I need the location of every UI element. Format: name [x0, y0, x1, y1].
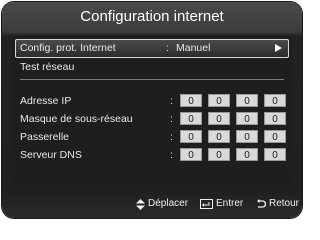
subnet-mask-octet-1[interactable]: 0 [180, 112, 202, 125]
subnet-mask-octet-3[interactable]: 0 [236, 112, 258, 125]
gateway-octet-1[interactable]: 0 [180, 130, 202, 143]
dns-server-octet-3[interactable]: 0 [236, 148, 258, 161]
subnet-mask-octet-2[interactable]: 0 [208, 112, 230, 125]
gateway-label: Passerelle [20, 131, 70, 143]
ip-address-label: Adresse IP [20, 95, 72, 107]
subnet-mask-row[interactable]: Masque de sous-réseau : 0 0 0 0 [20, 111, 286, 127]
config-protocol-value: Manuel [176, 42, 211, 54]
return-hint: Retour [256, 194, 299, 214]
subnet-mask-label: Masque de sous-réseau [20, 113, 133, 125]
enter-icon [200, 199, 213, 209]
ip-address-row[interactable]: Adresse IP : 0 0 0 0 [20, 93, 286, 109]
dns-server-octet-2[interactable]: 0 [208, 148, 230, 161]
gateway-octet-3[interactable]: 0 [236, 130, 258, 143]
gateway-octet-2[interactable]: 0 [208, 130, 230, 143]
ip-address-octet-2[interactable]: 0 [208, 94, 230, 107]
dns-server-label: Serveur DNS [20, 149, 82, 161]
network-test-label: Test réseau [20, 61, 75, 73]
ip-address-octet-1[interactable]: 0 [180, 94, 202, 107]
config-protocol-label: Config. prot. Internet [20, 42, 116, 54]
network-test-row[interactable]: Test réseau [20, 59, 284, 75]
subnet-mask-octet-4[interactable]: 0 [264, 112, 286, 125]
gateway-row[interactable]: Passerelle : 0 0 0 0 [20, 129, 286, 145]
ip-address-octet-4[interactable]: 0 [264, 94, 286, 107]
move-label: Déplacer [148, 198, 189, 209]
colon-separator: : [170, 131, 173, 143]
up-down-arrows-icon [136, 198, 145, 210]
dns-server-row[interactable]: Serveur DNS : 0 0 0 0 [20, 147, 286, 163]
colon-separator: : [170, 95, 173, 107]
ip-address-octet-3[interactable]: 0 [236, 94, 258, 107]
gateway-octet-4[interactable]: 0 [264, 130, 286, 143]
dns-server-octet-1[interactable]: 0 [180, 148, 202, 161]
dns-server-octet-4[interactable]: 0 [264, 148, 286, 161]
return-label: Retour [269, 198, 300, 209]
enter-label: Entrer [216, 198, 244, 209]
config-protocol-row[interactable]: Config. prot. Internet : Manuel [15, 39, 289, 58]
colon-separator: : [166, 42, 169, 54]
dialog-title: Configuration internet [80, 8, 224, 25]
colon-separator: : [170, 149, 173, 161]
move-hint: Déplacer [136, 194, 188, 214]
footer-hints: Déplacer Entrer Retour [2, 194, 302, 214]
enter-hint: Entrer [200, 194, 243, 214]
arrow-right-icon[interactable] [275, 44, 282, 52]
divider [20, 79, 284, 80]
network-settings-dialog: Configuration internet Config. prot. Int… [2, 2, 302, 218]
colon-separator: : [170, 113, 173, 125]
settings-list: Config. prot. Internet : Manuel Test rés… [12, 35, 292, 185]
return-icon [257, 199, 266, 208]
